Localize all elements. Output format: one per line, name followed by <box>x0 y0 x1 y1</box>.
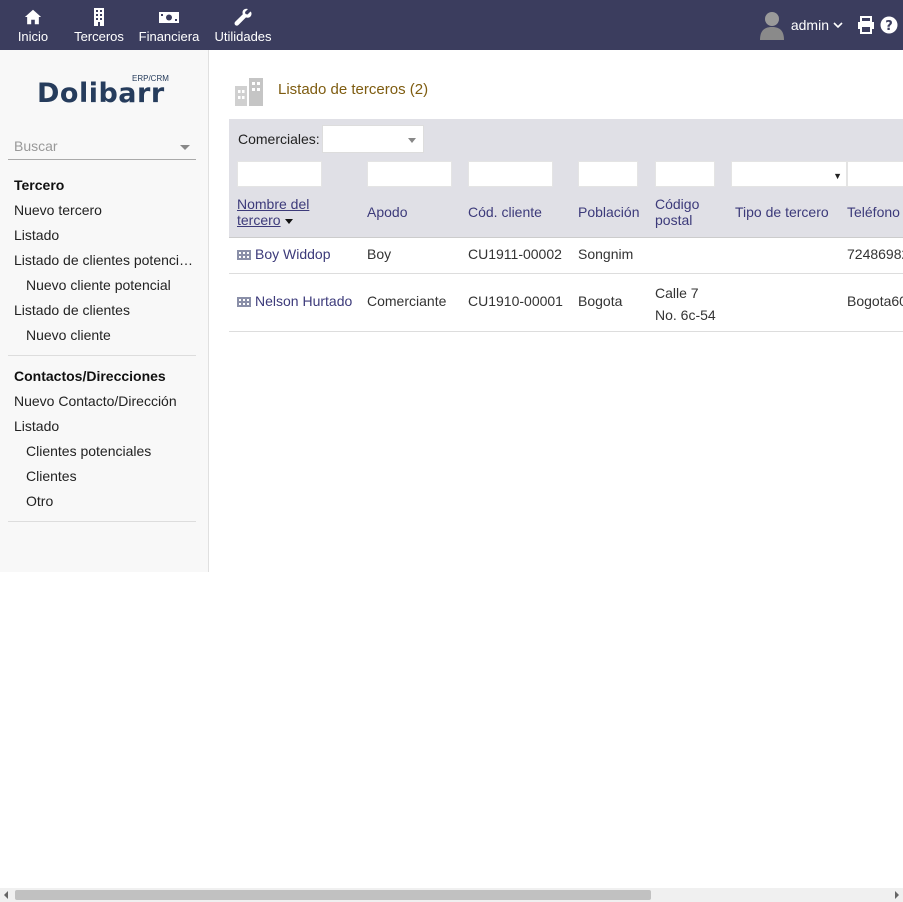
column-header-name-line2: tercero <box>237 212 281 228</box>
sidebar-item-list[interactable]: Listado <box>8 223 196 248</box>
sidebar-divider <box>8 521 196 522</box>
top-menu: Inicio Terceros Financiera Utilidades <box>0 0 280 50</box>
user-avatar-icon[interactable] <box>759 10 785 40</box>
user-area: admin ? <box>759 0 903 50</box>
home-icon <box>24 9 42 25</box>
sidebar-section-thirdparty: Tercero Nuevo tercero Listado Listado de… <box>8 173 196 348</box>
dropdown-arrow-icon <box>408 138 416 143</box>
search-code-input[interactable] <box>468 161 553 187</box>
horizontal-scrollbar[interactable] <box>0 888 903 902</box>
company-icon <box>237 250 251 260</box>
company-icon <box>235 78 263 106</box>
table-row: Nelson Hurtado Comerciante CU1910-00001 … <box>229 274 903 332</box>
sales-rep-filter-label: Comerciales: <box>238 131 320 147</box>
column-header-zip-line2: postal <box>655 212 693 228</box>
sidebar-section-title[interactable]: Contactos/Direcciones <box>8 364 196 389</box>
logo-subtext: ERP/CRM <box>132 74 169 83</box>
svg-text:?: ? <box>885 19 893 34</box>
main-content: Listado de terceros (2) Comerciales: ▼ N… <box>209 50 903 888</box>
search-filter-row: ▼ <box>229 159 903 189</box>
search-name-input[interactable] <box>237 161 322 187</box>
sidebar-item-prospects-list[interactable]: Listado de clientes potenciales <box>8 248 196 273</box>
top-menu-home-label: Inicio <box>17 29 49 44</box>
scroll-right-icon[interactable] <box>895 891 899 899</box>
sidebar-item-new-thirdparty[interactable]: Nuevo tercero <box>8 198 196 223</box>
help-icon[interactable]: ? <box>880 16 898 34</box>
user-name[interactable]: admin <box>791 17 829 33</box>
sidebar-item-contacts-list[interactable]: Listado <box>8 414 196 439</box>
column-header-town[interactable]: Población <box>578 204 640 220</box>
filter-bar: Comerciales: <box>229 119 903 159</box>
scroll-left-icon[interactable] <box>4 891 8 899</box>
dropdown-arrow-icon <box>180 145 190 150</box>
table-row: Boy Widdop Boy CU1911-00002 Songnim 7248… <box>229 238 903 274</box>
cell-code: CU1910-00001 <box>468 293 563 309</box>
cell-phone: Bogota60 <box>847 293 903 309</box>
cell-zip-line2: No. 6c-54 <box>655 307 716 323</box>
sort-desc-icon <box>284 218 293 224</box>
thirdparty-name-link[interactable]: Nelson Hurtado <box>237 293 352 309</box>
dolibarr-logo[interactable]: Dolibarr ERP/CRM <box>36 74 169 110</box>
sidebar-section-title[interactable]: Tercero <box>8 173 196 198</box>
sidebar-section-contacts: Contactos/Direcciones Nuevo Contacto/Dir… <box>8 364 196 514</box>
left-sidebar: Dolibarr ERP/CRM Buscar Tercero Nuevo te… <box>0 50 209 572</box>
search-zip-input[interactable] <box>655 161 715 187</box>
sidebar-item-contacts-prospects[interactable]: Clientes potenciales <box>8 439 196 464</box>
page-title: Listado de terceros (2) <box>278 81 429 98</box>
sidebar-item-contacts-customers[interactable]: Clientes <box>8 464 196 489</box>
column-header-phone[interactable]: Teléfono <box>847 204 900 220</box>
table-header: Nombre del tercero Apodo Cód. cliente Po… <box>229 189 903 238</box>
column-header-alias[interactable]: Apodo <box>367 204 407 220</box>
cell-town: Songnim <box>578 246 634 262</box>
scrollbar-thumb[interactable] <box>15 890 651 900</box>
sidebar-item-new-prospect[interactable]: Nuevo cliente potencial <box>8 273 196 298</box>
company-icon <box>237 297 251 307</box>
top-menu-financial[interactable]: Financiera <box>132 0 206 50</box>
top-menu-home[interactable]: Inicio <box>0 0 66 50</box>
sidebar-item-new-contact[interactable]: Nuevo Contacto/Dirección <box>8 389 196 414</box>
sidebar-item-new-customer[interactable]: Nuevo cliente <box>8 323 196 348</box>
top-menu-tools-label: Utilidades <box>214 29 272 44</box>
building-icon <box>94 8 104 26</box>
sales-rep-select[interactable] <box>322 125 424 153</box>
search-placeholder: Buscar <box>14 138 58 154</box>
thirdparty-name: Nelson Hurtado <box>255 293 353 309</box>
cell-alias: Boy <box>367 246 392 262</box>
column-header-code[interactable]: Cód. cliente <box>468 204 542 220</box>
chevron-down-icon[interactable] <box>833 20 843 30</box>
top-menu-thirdparties[interactable]: Terceros <box>66 0 132 50</box>
sidebar-item-contacts-other[interactable]: Otro <box>8 489 196 514</box>
search-select[interactable]: Buscar <box>8 136 196 160</box>
cell-phone: 72486982 <box>847 246 903 262</box>
thirdparty-name: Boy Widdop <box>255 246 331 262</box>
cell-town: Bogota <box>578 293 623 309</box>
top-menu-financial-label: Financiera <box>138 29 200 44</box>
sidebar-item-customers-list[interactable]: Listado de clientes <box>8 298 196 323</box>
top-menu-tools[interactable]: Utilidades <box>206 0 280 50</box>
cell-zip: Calle 7 No. 6c-54 <box>655 282 716 326</box>
column-header-type[interactable]: Tipo de tercero <box>735 204 829 220</box>
print-icon[interactable] <box>857 16 875 34</box>
top-menu-thirdparties-label: Terceros <box>74 29 124 44</box>
dropdown-arrow-icon: ▼ <box>833 171 842 181</box>
top-navbar: Inicio Terceros Financiera Utilidades ad… <box>0 0 903 50</box>
search-type-select[interactable]: ▼ <box>731 161 847 187</box>
column-header-zip[interactable]: Código postal <box>655 196 699 228</box>
search-town-input[interactable] <box>578 161 638 187</box>
cell-alias: Comerciante <box>367 293 447 309</box>
search-phone-input[interactable] <box>847 161 903 187</box>
column-header-name-line1: Nombre del <box>237 196 310 212</box>
search-alias-input[interactable] <box>367 161 452 187</box>
cell-code: CU1911-00002 <box>468 246 562 262</box>
column-header-zip-line1: Código <box>655 196 700 212</box>
money-icon <box>159 12 179 23</box>
sidebar-divider <box>8 355 196 356</box>
cell-zip-line1: Calle 7 <box>655 285 699 301</box>
column-header-name[interactable]: Nombre del tercero <box>237 196 309 228</box>
thirdparty-name-link[interactable]: Boy Widdop <box>237 246 330 262</box>
wrench-icon <box>234 8 252 26</box>
